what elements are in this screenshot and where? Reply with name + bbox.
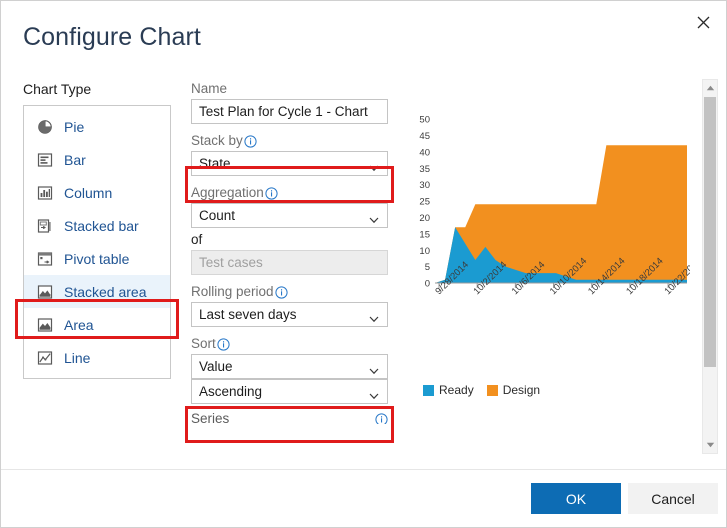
info-icon[interactable] — [265, 187, 278, 200]
configure-chart-dialog: Configure Chart Chart Type Pie Bar Colum… — [0, 0, 727, 528]
chart-type-label: Pivot table — [64, 250, 130, 267]
series-field-group: Series — [191, 413, 388, 424]
pie-chart-icon — [37, 119, 53, 135]
y-axis-tick-label: 45 — [419, 131, 430, 142]
rolling-period-select[interactable]: Last seven days — [191, 302, 388, 327]
y-axis-tick-label: 30 — [419, 180, 430, 191]
stack-by-label-text: Stack by — [191, 133, 243, 148]
chart-preview: 0 5 10 15 20 25 30 35 40 45 50 9/28/2014 10/2/2014 10… — [405, 111, 690, 411]
stack-by-value: State — [199, 156, 231, 171]
name-field-group: Name Test Plan for Cycle 1 - Chart — [191, 81, 391, 124]
rolling-period-label: Rolling period — [191, 284, 391, 299]
sort-direction-value: Ascending — [199, 384, 263, 399]
highlight-box-sort-direction — [185, 406, 394, 443]
chart-type-label: Line — [64, 349, 91, 366]
legend-swatch — [423, 384, 434, 396]
of-value-input: Test cases — [191, 250, 388, 275]
chart-type-section: Chart Type Pie Bar Column Stacked bar Pi… — [15, 81, 179, 379]
legend-label: Ready — [439, 383, 474, 397]
y-axis-tick-label: 35 — [419, 164, 430, 175]
chart-type-label: Stacked area — [64, 283, 147, 300]
y-axis-tick-label: 10 — [419, 246, 430, 257]
line-chart-icon — [37, 350, 53, 366]
stack-by-label: Stack by — [191, 133, 391, 148]
column-chart-icon — [37, 185, 53, 201]
sort-field-value: Value — [199, 359, 233, 374]
chart-type-label: Pie — [64, 118, 85, 135]
sort-field-group: Sort Value Ascending — [191, 336, 391, 404]
aggregation-select[interactable]: Count — [191, 203, 388, 228]
chart-legend: Ready Design — [423, 383, 540, 397]
chart-type-item-line[interactable]: Line — [24, 341, 170, 374]
chart-type-heading: Chart Type — [23, 81, 92, 97]
scroll-up-arrow-icon[interactable] — [703, 80, 717, 96]
chart-type-list: Pie Bar Column Stacked bar Pivot table S… — [23, 105, 171, 379]
chart-type-label: Area — [64, 316, 94, 333]
aggregation-value: Count — [199, 208, 236, 223]
rolling-period-value: Last seven days — [199, 307, 297, 322]
y-axis-tick-label: 40 — [419, 147, 430, 158]
name-input[interactable]: Test Plan for Cycle 1 - Chart — [191, 99, 388, 124]
sort-direction-select[interactable]: Ascending — [191, 379, 388, 404]
chart-type-item-column[interactable]: Column — [24, 176, 170, 209]
chart-config-form: Name Test Plan for Cycle 1 - Chart Stack… — [185, 81, 394, 443]
scroll-down-arrow-icon[interactable] — [703, 437, 717, 453]
info-icon[interactable] — [375, 413, 388, 424]
legend-entry: Design — [486, 383, 541, 397]
legend-label: Design — [502, 383, 541, 397]
chevron-down-icon — [368, 309, 380, 322]
series-label: Series — [191, 413, 230, 424]
aggregation-field-group: Aggregation Count of Test cases — [191, 185, 391, 275]
y-axis-tick-label: 0 — [425, 279, 430, 290]
legend-entry: Ready — [423, 383, 474, 397]
chevron-down-icon — [368, 158, 380, 171]
chart-plot-area: 051015202530354045509/28/2014 10/2/2014 10… — [419, 115, 690, 298]
y-axis-tick-label: 20 — [419, 213, 430, 224]
area-chart-icon — [37, 317, 53, 333]
y-axis-tick-label: 50 — [419, 115, 430, 126]
bar-chart-icon — [37, 152, 53, 168]
name-label: Name — [191, 81, 228, 96]
sort-label-text: Sort — [191, 336, 216, 351]
stack-by-select[interactable]: State — [191, 151, 388, 176]
chevron-down-icon — [368, 386, 380, 399]
chart-type-label: Stacked bar — [64, 217, 139, 234]
scrollbar[interactable] — [702, 79, 718, 454]
aggregation-label-text: Aggregation — [191, 185, 264, 200]
chart-type-item-stacked-area[interactable]: Stacked area — [24, 275, 170, 308]
chart-type-label: Column — [64, 184, 113, 201]
chevron-down-icon — [368, 361, 380, 374]
y-axis-tick-label: 25 — [419, 197, 430, 208]
dialog-footer: OK Cancel — [1, 469, 726, 527]
info-icon[interactable] — [274, 286, 288, 299]
chart-type-item-stacked-bar[interactable]: Stacked bar — [24, 209, 170, 242]
cancel-button[interactable]: Cancel — [628, 483, 718, 514]
info-icon[interactable] — [217, 338, 230, 351]
ok-button[interactable]: OK — [531, 483, 621, 514]
info-icon[interactable] — [244, 135, 257, 148]
chart-type-item-pivot-table[interactable]: Pivot table — [24, 242, 170, 275]
page-title: Configure Chart — [23, 23, 201, 51]
chevron-down-icon — [368, 210, 380, 223]
of-label: of — [191, 232, 203, 247]
pivot-table-icon — [37, 251, 53, 267]
rolling-period-field-group: Rolling period Last seven days — [191, 284, 391, 327]
stacked-area-chart-icon — [37, 284, 53, 300]
legend-swatch — [486, 384, 498, 396]
aggregation-label: Aggregation — [191, 185, 391, 200]
chart-type-label: Bar — [64, 151, 86, 168]
close-icon[interactable] — [688, 7, 718, 37]
sort-label: Sort — [191, 336, 391, 351]
stack-by-field-group: Stack by State — [191, 133, 391, 176]
stacked-bar-chart-icon — [37, 218, 53, 234]
y-axis-tick-label: 15 — [419, 229, 430, 240]
chart-type-item-bar[interactable]: Bar — [24, 143, 170, 176]
rolling-period-label-text: Rolling period — [191, 284, 274, 299]
y-axis-tick-label: 5 — [425, 262, 430, 273]
sort-field-select[interactable]: Value — [191, 354, 388, 379]
chart-type-item-pie[interactable]: Pie — [24, 110, 170, 143]
scrollbar-thumb[interactable] — [704, 97, 716, 367]
chart-type-item-area[interactable]: Area — [24, 308, 170, 341]
